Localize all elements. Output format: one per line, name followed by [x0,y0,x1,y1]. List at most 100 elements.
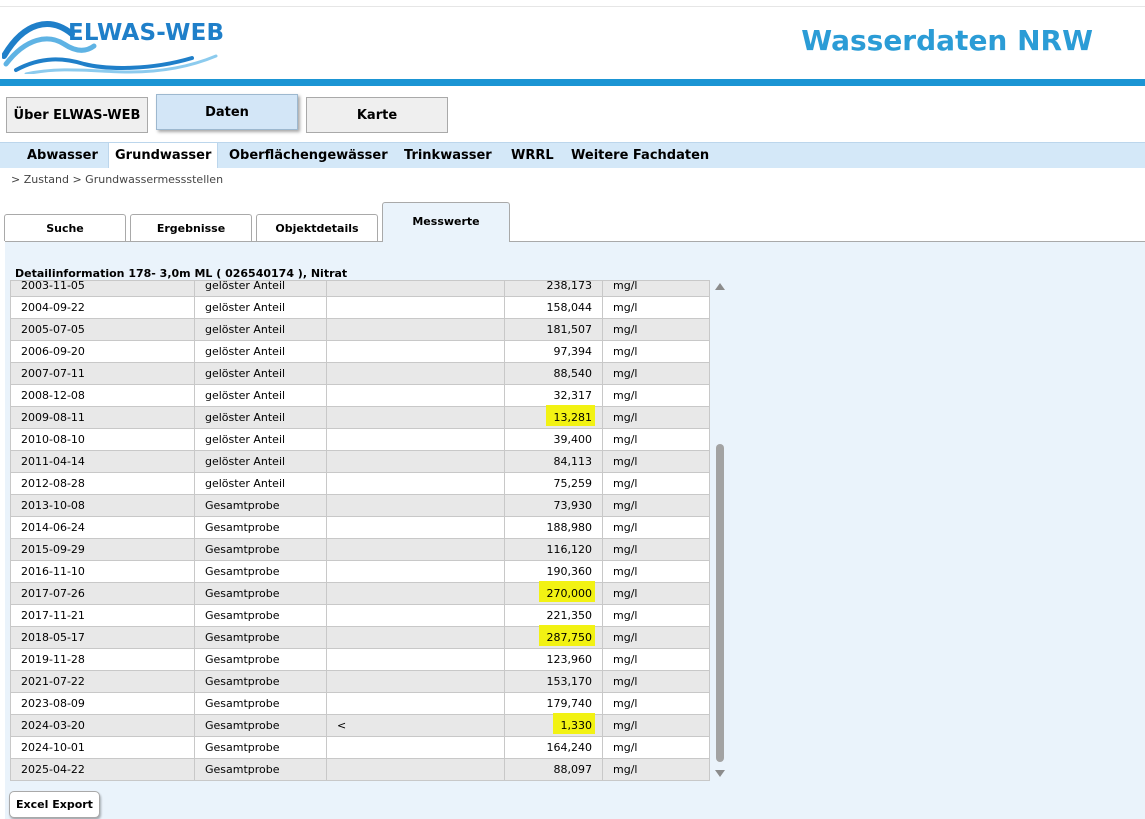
excel-export-button[interactable]: Excel Export [9,791,100,818]
scroll-down-arrow-icon[interactable] [715,770,725,777]
qualifier-cell [326,604,505,627]
table-row[interactable]: 2006-09-20 gelöster Anteil 97,394 mg/l [11,340,709,363]
cell-text: Gesamtprobe [205,719,280,732]
tab-ergebnisse[interactable]: Ergebnisse [130,214,252,241]
subnav-item-abwasser[interactable]: Abwasser [21,143,104,168]
sample-type-cell: Gesamtprobe [194,560,327,583]
logo-text: ELWAS-WEB [68,20,225,46]
table-row[interactable]: 2015-09-29 Gesamtprobe 116,120 mg/l [11,538,709,561]
nav-button-karte[interactable]: Karte [306,97,448,133]
table-row[interactable]: 2008-12-08 gelöster Anteil 32,317 mg/l [11,384,709,407]
cell-text: gelöster Anteil [205,367,286,380]
cell-text: < [337,719,347,732]
subnav-item-oberflaechengewaesser[interactable]: Oberflächengewässer [223,143,394,168]
table-row[interactable]: 2024-10-01 Gesamtprobe 164,240 mg/l [11,736,709,759]
cell-text: mg/l [613,543,638,556]
cell-text: mg/l [613,609,638,622]
date-cell: 2017-07-26 [11,582,195,605]
table-row[interactable]: 2012-08-28 gelöster Anteil 75,259 mg/l [11,472,709,495]
table-row[interactable]: 2004-09-22 gelöster Anteil 158,044 mg/l [11,296,709,319]
cell-text: 2007-07-11 [21,367,85,380]
sample-type-cell: gelöster Anteil [194,384,327,407]
table-row[interactable]: 2011-04-14 gelöster Anteil 84,113 mg/l [11,450,709,473]
cell-text: 73,930 [553,499,593,512]
value-cell: 73,930 [504,494,603,517]
table-row[interactable]: 2007-07-11 gelöster Anteil 88,540 mg/l [11,362,709,385]
value-cell: 32,317 [504,384,603,407]
scroll-thumb[interactable] [716,444,724,762]
table-row[interactable]: 2025-04-22 Gesamtprobe 88,097 mg/l [11,758,709,780]
scroll-up-arrow-icon[interactable] [715,283,725,290]
cell-text: 2009-08-11 [21,411,85,424]
date-cell: 2003-11-05 [11,280,195,297]
tab-messwerte[interactable]: Messwerte [382,202,510,242]
date-cell: 2004-09-22 [11,296,195,319]
subnav-item-wrrl[interactable]: WRRL [505,143,560,168]
cell-text: 2013-10-08 [21,499,85,512]
cell-text: gelöster Anteil [205,345,286,358]
table-row[interactable]: 2024-03-20 Gesamtprobe <1,330 mg/l [11,713,709,737]
date-cell: 2012-08-28 [11,472,195,495]
tab-objektdetails[interactable]: Objektdetails [256,214,378,241]
subnav-item-trinkwasser[interactable]: Trinkwasser [398,143,498,168]
value-cell: 158,044 [504,296,603,319]
tab-suche[interactable]: Suche [4,214,126,241]
value-cell: 1,330 [504,713,603,737]
cell-text: mg/l [613,631,638,644]
cell-text: mg/l [613,323,638,336]
qualifier-cell [326,296,505,319]
unit-cell: mg/l [602,626,709,649]
cell-text: Gesamtprobe [205,499,280,512]
unit-cell: mg/l [602,362,709,385]
cell-text: 2017-07-26 [21,587,85,600]
table-row[interactable]: 2019-11-28 Gesamtprobe 123,960 mg/l [11,648,709,671]
unit-cell: mg/l [602,384,709,407]
date-cell: 2006-09-20 [11,340,195,363]
value-cell: 88,097 [504,758,603,780]
unit-cell: mg/l [602,472,709,495]
table-row[interactable]: 2016-11-10 Gesamtprobe 190,360 mg/l [11,560,709,583]
nav-button-ueber-elwas[interactable]: Über ELWAS-WEB [6,97,148,133]
sample-type-cell: Gesamtprobe [194,758,327,780]
table-row[interactable]: 2017-11-21 Gesamtprobe 221,350 mg/l [11,604,709,627]
table-row[interactable]: 2010-08-10 gelöster Anteil 39,400 mg/l [11,428,709,451]
qualifier-cell [326,560,505,583]
qualifier-cell [326,538,505,561]
cell-text: 2017-11-21 [21,609,85,622]
subnav-item-grundwasser[interactable]: Grundwasser [108,143,219,168]
table-row[interactable]: 2009-08-11 gelöster Anteil 13,281 mg/l [11,405,709,429]
measurement-grid[interactable]: 2003-11-05 gelöster Anteil 238,173 mg/l 2004… [10,280,710,781]
table-row[interactable]: 2003-11-05 gelöster Anteil 238,173 mg/l [11,280,709,297]
cell-text: mg/l [613,499,638,512]
table-row[interactable]: 2013-10-08 Gesamtprobe 73,930 mg/l [11,494,709,517]
main-navigation: Über ELWAS-WEB Daten Karte [0,86,1145,142]
subnav-item-weitere-fachdaten[interactable]: Weitere Fachdaten [565,143,715,168]
date-cell: 2007-07-11 [11,362,195,385]
value-cell: 179,740 [504,692,603,715]
table-row[interactable]: 2021-07-22 Gesamtprobe 153,170 mg/l [11,670,709,693]
unit-cell: mg/l [602,560,709,583]
table-row[interactable]: 2017-07-26 Gesamtprobe 270,000 mg/l [11,581,709,605]
nav-button-daten[interactable]: Daten [156,94,298,130]
date-cell: 2011-04-14 [11,450,195,473]
sample-type-cell: gelöster Anteil [194,296,327,319]
cell-text: mg/l [613,411,638,424]
cell-text: gelöster Anteil [205,433,286,446]
grid-scrollbar[interactable] [713,281,727,779]
cell-text: gelöster Anteil [205,389,286,402]
sample-type-cell: Gesamtprobe [194,626,327,649]
table-row[interactable]: 2023-08-09 Gesamtprobe 179,740 mg/l [11,692,709,715]
table-row[interactable]: 2018-05-17 Gesamtprobe 287,750 mg/l [11,625,709,649]
cell-text: 2003-11-05 [21,280,85,292]
cell-text: mg/l [613,697,638,710]
table-row[interactable]: 2014-06-24 Gesamtprobe 188,980 mg/l [11,516,709,539]
cell-text: 2008-12-08 [21,389,85,402]
highlighted-value: 13,281 [545,405,595,426]
table-row[interactable]: 2005-07-05 gelöster Anteil 181,507 mg/l [11,318,709,341]
unit-cell: mg/l [602,604,709,627]
sample-type-cell: gelöster Anteil [194,406,327,429]
unit-cell: mg/l [602,516,709,539]
cell-text: gelöster Anteil [205,455,286,468]
date-cell: 2018-05-17 [11,626,195,649]
sample-type-cell: Gesamtprobe [194,648,327,671]
